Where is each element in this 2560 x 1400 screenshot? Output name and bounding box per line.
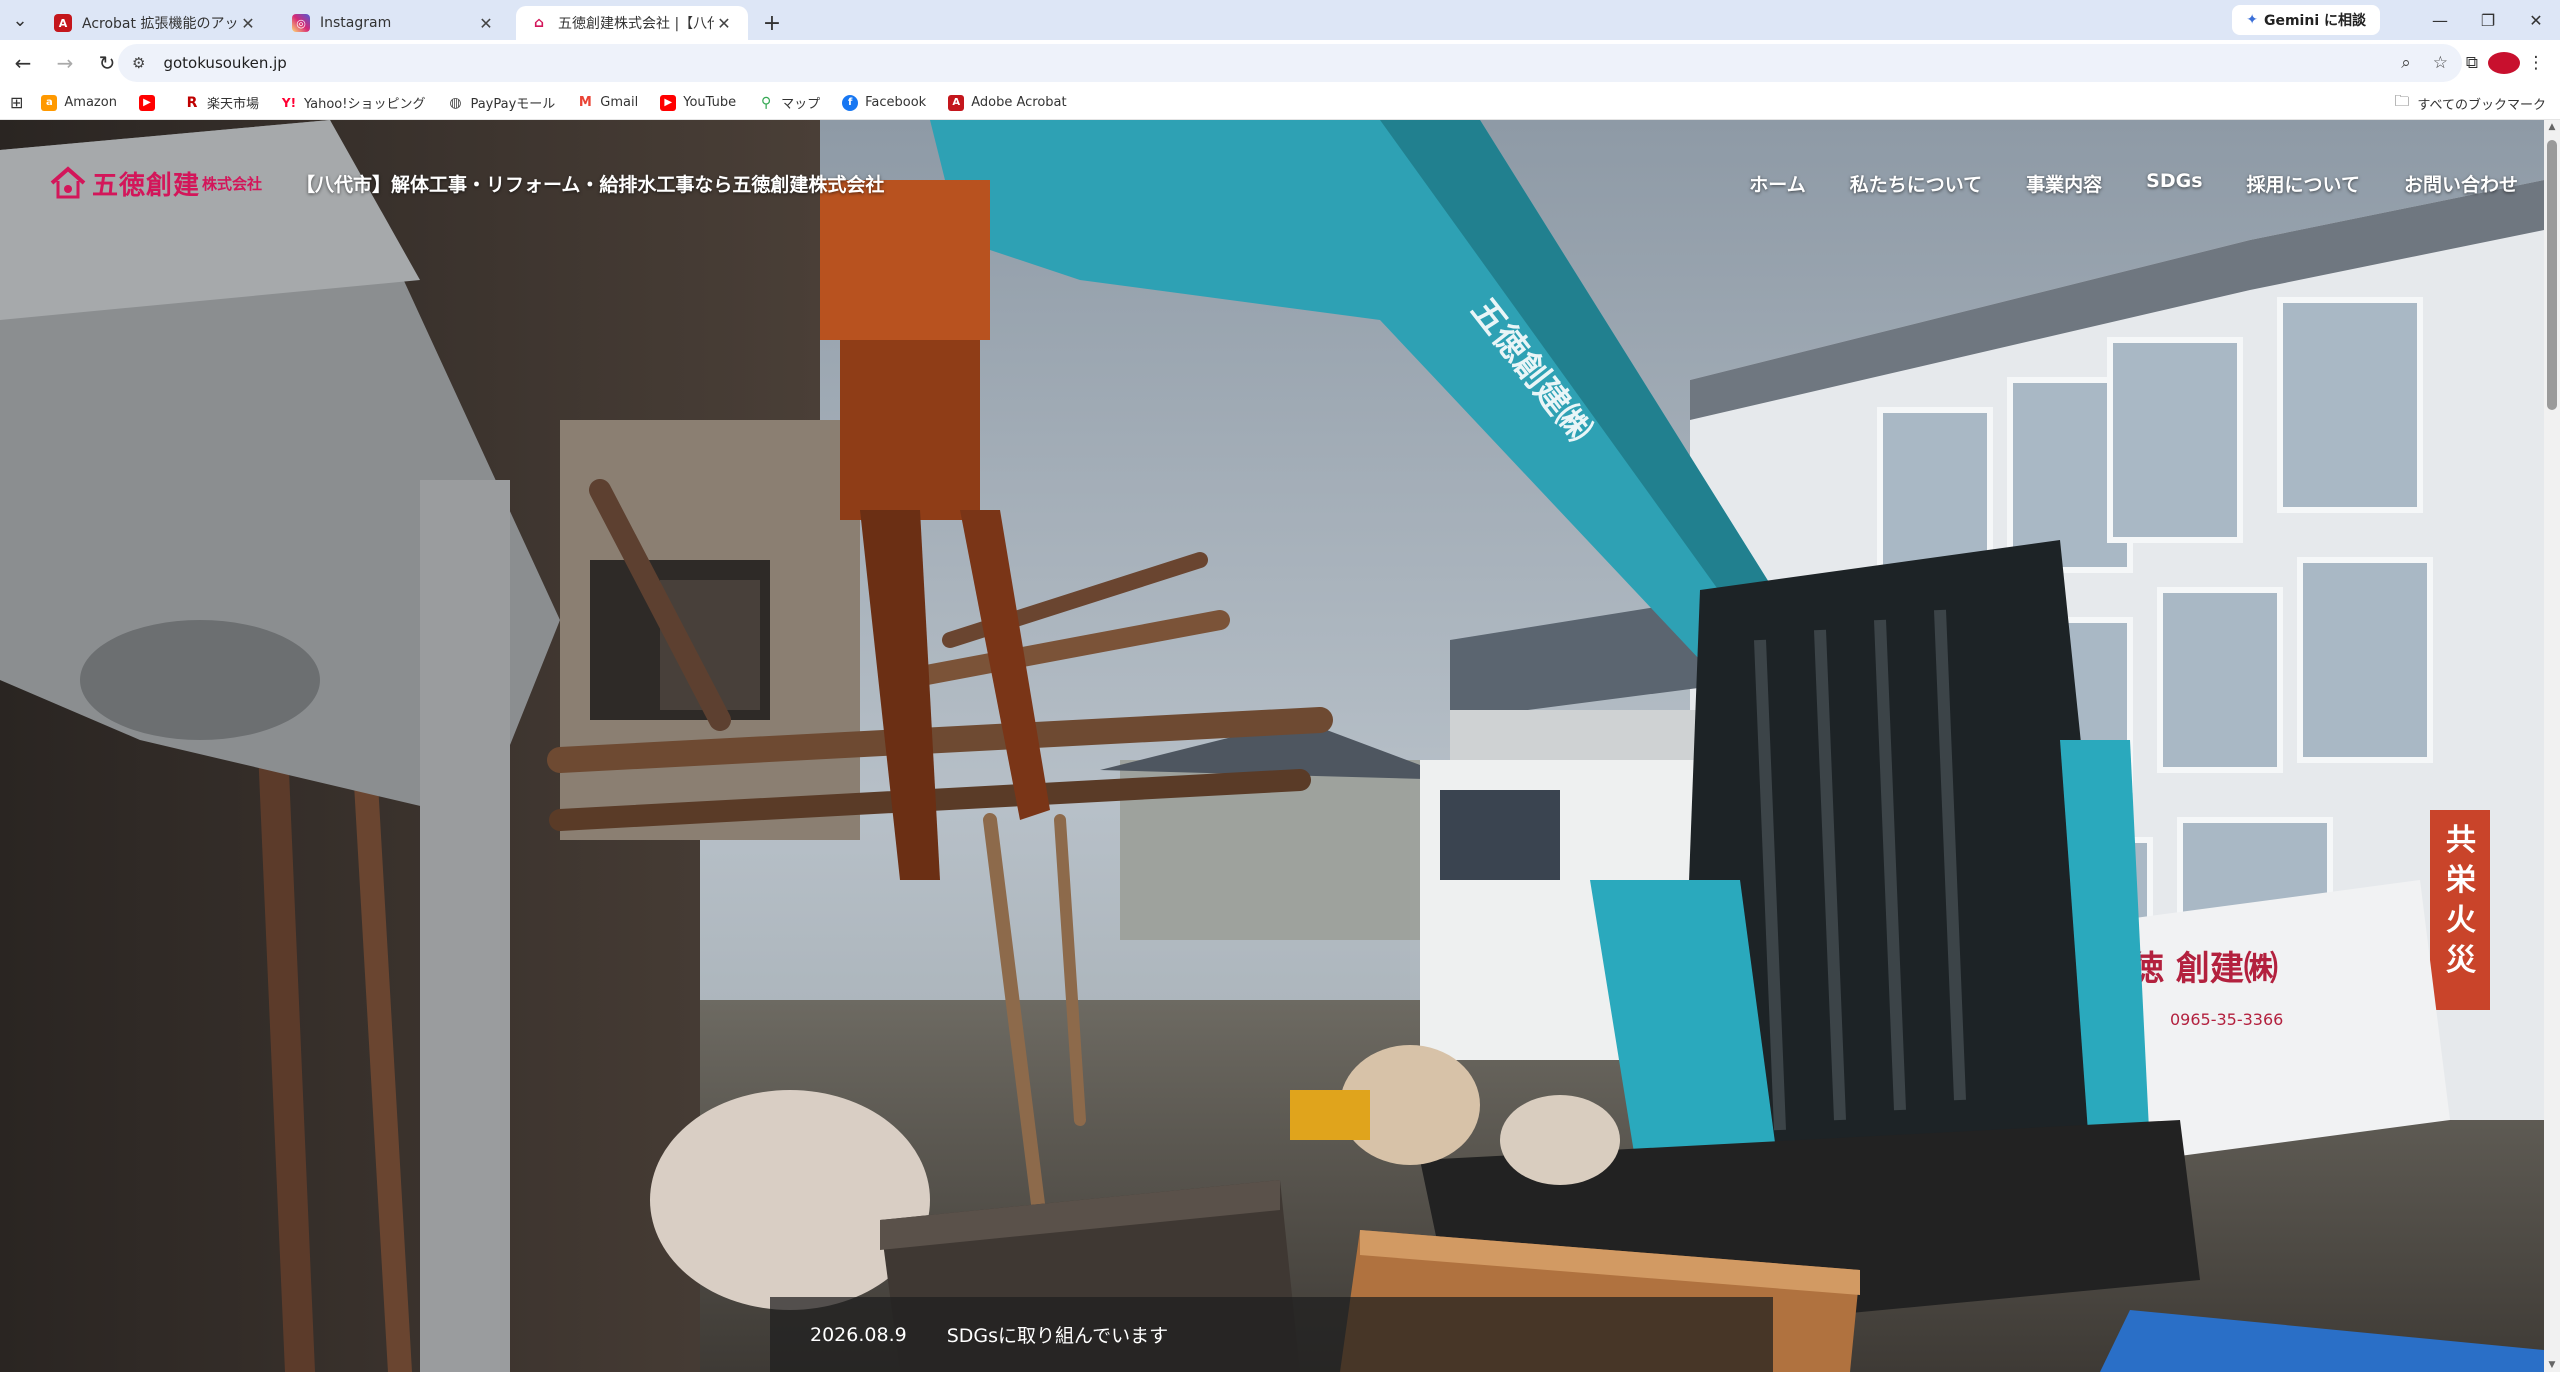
tab-acrobat[interactable]: A Acrobat 拡張機能のアップデート ✕ bbox=[40, 6, 272, 40]
restore-icon[interactable]: ❐ bbox=[2464, 0, 2512, 40]
forward-arrow-icon[interactable]: → bbox=[46, 44, 84, 82]
menu-kebab-icon[interactable]: ⋮ bbox=[2520, 53, 2552, 73]
bookmark-amazon[interactable]: a Amazon bbox=[41, 94, 117, 111]
tab-search-chevron-icon[interactable]: ⌄ bbox=[0, 0, 40, 40]
sign-text-4: 災 bbox=[2446, 943, 2477, 978]
sign-text-1: 共 bbox=[2446, 823, 2476, 858]
tab-strip: ⌄ A Acrobat 拡張機能のアップデート ✕ ◎ Instagram ✕ … bbox=[0, 0, 2560, 40]
site-info-icon[interactable]: ⚙ bbox=[132, 54, 145, 72]
house-logo-icon bbox=[50, 166, 86, 199]
tab-instagram[interactable]: ◎ Instagram ✕ bbox=[278, 6, 510, 40]
apps-grid-icon[interactable]: ⊞ bbox=[10, 93, 23, 112]
new-tab-plus-icon[interactable]: + bbox=[754, 6, 790, 40]
page-viewport: 共 栄 火 災 徳 創建㈱ 0965-35-3366 五徳創建㈱ 五徳創建 株式… bbox=[0, 120, 2544, 1372]
bookmark-maps[interactable]: ⚲ マップ bbox=[758, 93, 821, 113]
instagram-favicon-icon: ◎ bbox=[292, 14, 310, 32]
yahoo-icon: Y! bbox=[281, 95, 297, 110]
bookmark-label: PayPayモール bbox=[470, 97, 556, 112]
bookmark-label: 楽天市場 bbox=[206, 97, 259, 112]
bookmark-label: マップ bbox=[781, 97, 821, 112]
bookmark-youtube-short[interactable]: ▶ bbox=[138, 94, 162, 111]
bookmark-rakuten[interactable]: R 楽天市場 bbox=[184, 93, 259, 113]
gemini-button[interactable]: ✦ Gemini に相談 bbox=[2232, 5, 2380, 35]
scrollbar-thumb[interactable] bbox=[2547, 140, 2557, 410]
sign-text-2: 栄 bbox=[2446, 863, 2476, 898]
truck-label: 徳 創建㈱ bbox=[2129, 949, 2278, 989]
bookmark-label: Facebook bbox=[865, 95, 927, 110]
nav-about[interactable]: 私たちについて bbox=[1850, 170, 1982, 197]
url-text[interactable]: gotokusouken.jp bbox=[163, 54, 2379, 72]
nav-home[interactable]: ホーム bbox=[1749, 170, 1805, 197]
rakuten-icon: R bbox=[186, 94, 198, 111]
facebook-icon: f bbox=[842, 94, 859, 111]
news-title[interactable]: SDGsに取り組んでいます bbox=[947, 1321, 1168, 1348]
bookmark-paypay[interactable]: ◍ PayPayモール bbox=[447, 93, 556, 113]
youtube-icon: ▶ bbox=[660, 94, 677, 111]
news-bar[interactable]: 2026.08.9 SDGsに取り組んでいます bbox=[770, 1297, 1773, 1372]
nav-services[interactable]: 事業内容 bbox=[2026, 170, 2102, 197]
hero-background-image: 共 栄 火 災 徳 創建㈱ 0965-35-3366 五徳創建㈱ bbox=[0, 120, 2544, 1372]
bookmark-label: Amazon bbox=[64, 95, 117, 110]
bookmark-label: Adobe Acrobat bbox=[971, 95, 1067, 110]
bookmark-youtube[interactable]: ▶ YouTube bbox=[660, 94, 737, 111]
tab-title: Acrobat 拡張機能のアップデート bbox=[82, 16, 238, 32]
site-tagline: 【八代市】解体工事・リフォーム・給排水工事なら五徳創建株式会社 bbox=[296, 174, 885, 196]
logo-sub: 株式会社 bbox=[202, 174, 263, 193]
amazon-icon: a bbox=[41, 94, 58, 111]
page-scrollbar[interactable]: ▲ ▼ bbox=[2544, 120, 2560, 1372]
bookmarks-bar: ⊞ a Amazon ▶ R 楽天市場 Y! Yahoo!ショッピング ◍ PayPay… bbox=[0, 86, 2560, 120]
all-bookmarks[interactable]: 🗀 すべてのブックマーク bbox=[2394, 86, 2546, 120]
globe-icon: ◍ bbox=[449, 94, 462, 111]
site-header: 五徳創建 株式会社 【八代市】解体工事・リフォーム・給排水工事なら五徳創建株式会… bbox=[0, 120, 2544, 250]
page-bottom-strip bbox=[0, 1372, 2560, 1400]
site-nav: ホーム 私たちについて 事業内容 SDGs 採用について お問い合わせ bbox=[1705, 170, 2518, 197]
bookmark-label: YouTube bbox=[683, 95, 737, 110]
truck-phone: 0965-35-3366 bbox=[2170, 1010, 2283, 1029]
site-logo[interactable]: 五徳創建 株式会社 bbox=[48, 160, 263, 206]
back-arrow-icon[interactable]: ← bbox=[4, 44, 42, 82]
address-bar[interactable]: ⚙ gotokusouken.jp ⌕ ☆ bbox=[118, 44, 2462, 82]
nav-sdgs[interactable]: SDGs bbox=[2146, 170, 2202, 197]
tab-close-icon[interactable]: ✕ bbox=[714, 14, 734, 33]
tab-title: Instagram bbox=[320, 15, 392, 31]
bookmark-gmail[interactable]: M Gmail bbox=[577, 95, 638, 111]
nav-contact[interactable]: お問い合わせ bbox=[2404, 170, 2518, 197]
gemini-label: Gemini に相談 bbox=[2263, 13, 2366, 29]
bookmark-label: Yahoo!ショッピング bbox=[303, 97, 426, 112]
scroll-up-arrow-icon[interactable]: ▲ bbox=[2544, 122, 2560, 132]
tab-close-icon[interactable]: ✕ bbox=[476, 14, 496, 33]
zoom-icon[interactable]: ⌕ bbox=[2401, 53, 2411, 73]
window-controls: — ❐ ✕ bbox=[2416, 0, 2560, 40]
gemini-sparkle-icon: ✦ bbox=[2246, 12, 2258, 28]
profile-avatar[interactable] bbox=[2488, 52, 2520, 74]
bookmark-yahoo-shopping[interactable]: Y! Yahoo!ショッピング bbox=[281, 93, 426, 113]
acrobat-favicon-icon: A bbox=[54, 14, 72, 32]
nav-recruit[interactable]: 採用について bbox=[2247, 170, 2360, 197]
youtube-icon: ▶ bbox=[138, 94, 155, 111]
bookmark-label: Gmail bbox=[600, 95, 639, 110]
minimize-icon[interactable]: — bbox=[2416, 0, 2464, 40]
close-window-icon[interactable]: ✕ bbox=[2512, 0, 2560, 40]
all-bookmarks-label: すべてのブックマーク bbox=[2417, 97, 2546, 113]
tab-gotoku[interactable]: ⌂ 五徳創建株式会社 |【八代市】解 ✕ bbox=[516, 6, 748, 40]
map-pin-icon: ⚲ bbox=[760, 94, 772, 111]
bookmark-facebook[interactable]: f Facebook bbox=[842, 94, 927, 111]
toolbar-right: ⧉ ⋮ bbox=[2456, 44, 2552, 82]
news-date: 2026.08.9 bbox=[810, 1323, 907, 1346]
gmail-icon: M bbox=[578, 95, 592, 110]
logo-text: 五徳創建 bbox=[92, 170, 201, 201]
tab-close-icon[interactable]: ✕ bbox=[238, 14, 258, 33]
tab-title: 五徳創建株式会社 |【八代市】解 bbox=[558, 16, 714, 32]
folder-icon: 🗀 bbox=[2394, 91, 2410, 110]
bookmark-adobe-acrobat[interactable]: A Adobe Acrobat bbox=[948, 94, 1067, 111]
gotoku-favicon-icon: ⌂ bbox=[530, 14, 548, 32]
bookmark-star-icon[interactable]: ☆ bbox=[2433, 53, 2448, 73]
scroll-down-arrow-icon[interactable]: ▼ bbox=[2544, 1360, 2560, 1370]
browser-toolbar: ← → ↻ ⚙ gotokusouken.jp ⌕ ☆ ⧉ ⋮ bbox=[0, 40, 2560, 86]
acrobat-icon: A bbox=[948, 94, 965, 111]
sign-text-3: 火 bbox=[2446, 903, 2476, 938]
extensions-puzzle-icon[interactable]: ⧉ bbox=[2456, 53, 2488, 73]
